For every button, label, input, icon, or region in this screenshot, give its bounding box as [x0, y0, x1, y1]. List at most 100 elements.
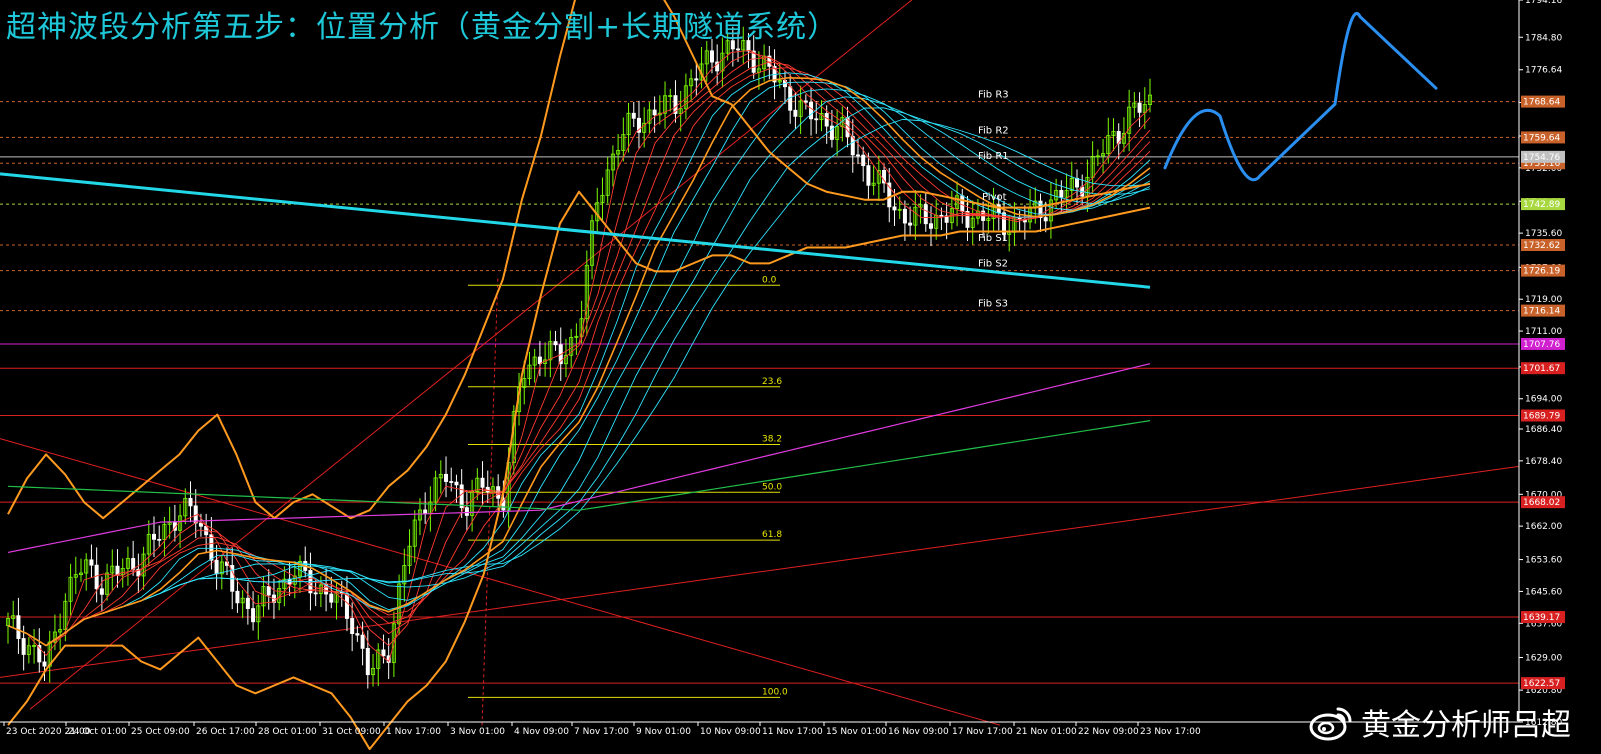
time-tick-label: 15 Nov 01:00 — [826, 727, 887, 737]
price-tick-label: 1776.64 — [1525, 66, 1562, 76]
price-marker-label: 1639.17 — [1523, 613, 1560, 623]
falling-trendline — [0, 438, 1001, 726]
fib-level-label: 0.0 — [762, 275, 777, 285]
candle-body — [1043, 217, 1048, 222]
price-tick-label: 1719.00 — [1525, 295, 1562, 305]
fibonacci-retracement: 0.0 23.6 38.2 50.0 61.8 100.0 — [468, 275, 788, 698]
price-tick-label: 1735.60 — [1525, 229, 1562, 239]
chart-stage: 0.0 23.6 38.2 50.0 61.8 100.0 Fib R3 Fib R2 Fib… — [0, 0, 1601, 754]
green-ma-line — [7, 420, 1151, 511]
tunnel-slow-line — [7, 81, 1151, 647]
price-tick-label: 1794.16 — [1525, 0, 1562, 6]
candle-body — [251, 608, 256, 623]
candle-body — [814, 118, 819, 121]
candle-body — [824, 113, 829, 127]
price-marker-label: 1754.76 — [1523, 153, 1560, 163]
time-tick-label: 22 Nov 09:00 — [1078, 727, 1139, 737]
rising-trendline — [29, 0, 913, 710]
trendlines — [0, 0, 1520, 726]
candle-body — [454, 481, 459, 486]
price-marker-label: 1716.14 — [1523, 307, 1560, 317]
price-tick-label: 1653.60 — [1525, 556, 1562, 566]
pivot-label: Fib R1 — [978, 151, 1009, 162]
time-tick-label: 4 Nov 09:00 — [514, 727, 569, 737]
candle-body — [803, 100, 808, 103]
time-tick-label: 17 Nov 17:00 — [952, 727, 1013, 737]
price-tick-label: 1662.00 — [1525, 522, 1562, 532]
candle-body — [21, 638, 26, 655]
pivot-labels: Fib R3 Fib R2 Fib R1 Pivot Fib S1 Fib S2 Fib S… — [978, 90, 1009, 310]
candle-body — [16, 615, 21, 639]
pivot-label: Pivot — [982, 192, 1007, 203]
candle-body — [329, 593, 334, 603]
time-tick-label: 11 Nov 17:00 — [762, 727, 823, 737]
candle-body — [365, 647, 370, 676]
price-tick-label: 1629.00 — [1525, 654, 1562, 664]
candle-body — [344, 593, 349, 619]
candle-body — [449, 481, 454, 483]
tunnel-fast-line — [7, 51, 1151, 647]
candle-body — [892, 206, 897, 211]
candle-body — [152, 533, 157, 540]
candle-body — [214, 559, 219, 575]
candle-body — [480, 477, 485, 488]
candle-body — [266, 586, 271, 596]
time-tick-label: 28 Oct 01:00 — [258, 727, 317, 737]
tunnel-slow-line — [7, 88, 1151, 647]
candle-body — [89, 559, 94, 566]
candle-body — [313, 592, 318, 595]
price-marker-label: 1668.02 — [1523, 498, 1560, 508]
candle-body — [902, 208, 907, 224]
price-tick-label: 1784.80 — [1525, 33, 1562, 43]
fib-level-label: 38.2 — [762, 435, 782, 445]
watermark: 黄金分析师吕超 — [1309, 700, 1571, 744]
candle-body — [855, 154, 860, 157]
time-tick-label: 16 Nov 09:00 — [888, 727, 949, 737]
candle-body — [751, 50, 756, 73]
tunnel-fast-line — [7, 56, 1151, 647]
time-tick-label: 3 Nov 01:00 — [450, 727, 505, 737]
fib-level-label: 50.0 — [762, 482, 782, 492]
price-marker-label: 1689.79 — [1523, 412, 1560, 422]
candle-body — [464, 507, 469, 516]
candle-body — [694, 78, 699, 81]
fib-level-label: 61.8 — [762, 530, 782, 540]
long-support-trendline — [0, 465, 1520, 678]
pivot-label: Fib S2 — [978, 259, 1008, 270]
candle-body — [198, 522, 203, 527]
chart-title: 超神波段分析第五步：位置分析（黄金分割+长期隧道系统） — [6, 10, 839, 45]
candle-body — [960, 195, 965, 212]
candle-body — [94, 564, 99, 590]
candle-body — [861, 154, 866, 167]
candle-body — [631, 112, 636, 119]
fib-level-label: 23.6 — [762, 377, 782, 387]
pivot-label: Fib R2 — [978, 125, 1009, 136]
bollinger-lower-band — [7, 190, 1151, 751]
candle-body — [459, 484, 464, 509]
candle-body — [350, 618, 355, 634]
pivot-label: Fib S3 — [978, 299, 1008, 310]
candle-body — [444, 473, 449, 482]
time-tick-label: 9 Nov 01:00 — [636, 727, 691, 737]
candle-body — [553, 341, 558, 346]
time-tick-label: 24 Oct 01:00 — [68, 727, 127, 737]
time-tick-label: 1 Nov 17:00 — [386, 727, 441, 737]
candle-body — [245, 597, 250, 609]
candle-body — [360, 634, 365, 649]
pivot-label: Fib R3 — [978, 90, 1009, 101]
time-tick-label: 7 Nov 17:00 — [574, 727, 629, 737]
price-tick-label: 1645.60 — [1525, 587, 1562, 597]
candle-body — [381, 649, 386, 657]
time-tick-label: 10 Nov 09:00 — [700, 727, 761, 737]
fib-anchor-line — [481, 275, 499, 726]
level-lines — [0, 101, 1519, 684]
price-tick-label: 1686.40 — [1525, 425, 1562, 435]
candle-body — [908, 222, 913, 226]
candle-body — [355, 633, 360, 636]
price-marker-label: 1726.19 — [1523, 267, 1560, 277]
price-axis: 1794.161784.801776.641768.401760.001752.… — [1518, 0, 1601, 754]
candle-body — [928, 223, 933, 229]
candle-body — [1137, 102, 1142, 113]
price-tick-label: 1711.00 — [1525, 327, 1562, 337]
candlestick-chart: 0.023.638.250.061.8100.0 Fib R3Fib R2Fib… — [0, 0, 1601, 754]
